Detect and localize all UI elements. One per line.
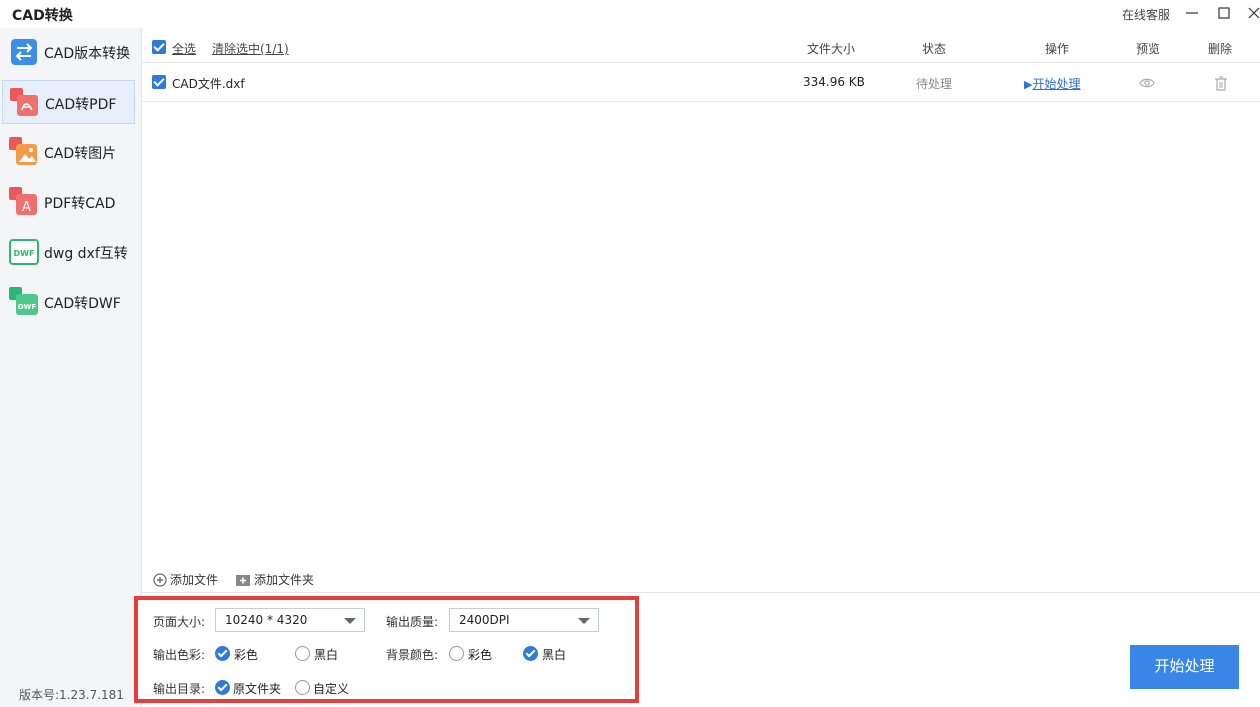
title-bar: CAD转换 在线客服 xyxy=(0,0,1260,28)
pdf-icon xyxy=(10,88,38,116)
column-header-status: 状态 xyxy=(922,42,947,56)
select-all-label[interactable]: 全选 xyxy=(172,40,196,57)
pdf-to-cad-icon: A xyxy=(9,187,37,215)
page-size-label: 页面大小: xyxy=(153,615,206,629)
sidebar-item-cad-to-image[interactable]: CAD转图片 xyxy=(2,130,135,174)
output-color-color-radio[interactable] xyxy=(215,646,230,661)
sidebar-item-dwg-dxf[interactable]: DWF dwg dxf互转 xyxy=(2,230,135,274)
add-folder-label: 添加文件夹 xyxy=(254,573,315,587)
output-color-color-label: 彩色 xyxy=(234,648,259,662)
page-size-select[interactable]: 10240 * 4320 xyxy=(215,608,365,632)
svg-text:DWF: DWF xyxy=(14,249,35,258)
sidebar-item-label: CAD转DWF xyxy=(44,296,121,312)
start-process-label: 开始处理 xyxy=(1032,77,1081,91)
folder-plus-icon xyxy=(236,574,250,586)
sidebar: CAD版本转换 CAD转PDF CAD转图片 A PDF转CAD DWF dwg… xyxy=(0,28,142,707)
app-title: CAD转换 xyxy=(12,8,73,24)
bg-color-bw-label: 黑白 xyxy=(542,648,567,662)
sidebar-item-label: dwg dxf互转 xyxy=(44,246,128,262)
file-actions-bar: 添加文件 添加文件夹 xyxy=(142,563,1260,593)
output-color-label: 输出色彩: xyxy=(153,648,206,662)
add-folder-button[interactable]: 添加文件夹 xyxy=(235,571,314,588)
bg-color-color-label: 彩色 xyxy=(468,648,493,662)
version-convert-icon xyxy=(11,39,37,65)
dwf-icon: DWF xyxy=(9,287,38,315)
file-list-panel: 全选 清除选中(1/1) 文件大小 状态 操作 预览 删除 CAD文件.dxf … xyxy=(142,28,1260,593)
file-status: 待处理 xyxy=(916,77,953,91)
sidebar-item-label: CAD转图片 xyxy=(44,146,117,162)
trash-icon[interactable] xyxy=(1214,76,1228,91)
sidebar-item-label: CAD版本转换 xyxy=(44,46,131,62)
online-support-link[interactable]: 在线客服 xyxy=(1122,6,1170,23)
output-color-bw-radio[interactable] xyxy=(295,646,310,661)
output-options-panel: 页面大小: 10240 * 4320 输出质量: 2400DPI 输出色彩: 彩… xyxy=(134,596,639,703)
page-size-value: 10240 * 4320 xyxy=(225,613,308,627)
sidebar-item-label: PDF转CAD xyxy=(44,196,116,212)
sidebar-item-cad-to-dwf[interactable]: DWF CAD转DWF xyxy=(2,280,135,324)
sidebar-item-version-convert[interactable]: CAD版本转换 xyxy=(2,30,135,74)
bg-color-color-radio[interactable] xyxy=(449,646,464,661)
quality-value: 2400DPI xyxy=(459,613,510,627)
close-icon[interactable] xyxy=(1246,4,1260,22)
image-icon xyxy=(9,137,37,165)
bg-color-bw-radio[interactable] xyxy=(523,646,538,661)
column-header-preview: 预览 xyxy=(1136,42,1161,56)
column-header-size: 文件大小 xyxy=(807,42,856,56)
start-process-link[interactable]: ▶开始处理 xyxy=(1024,75,1080,92)
sidebar-item-cad-to-pdf[interactable]: CAD转PDF xyxy=(2,80,135,124)
table-header: 全选 清除选中(1/1) 文件大小 状态 操作 预览 删除 xyxy=(142,33,1260,63)
output-dir-custom-label: 自定义 xyxy=(313,682,350,696)
add-file-button[interactable]: 添加文件 xyxy=(153,571,218,588)
row-checkbox[interactable] xyxy=(152,75,166,89)
quality-label: 输出质量: xyxy=(386,615,439,629)
file-size: 334.96 KB xyxy=(803,75,865,89)
version-label: 版本号:1.23.7.181 xyxy=(19,688,124,702)
minimize-icon[interactable] xyxy=(1183,4,1201,22)
column-header-delete: 删除 xyxy=(1208,42,1233,56)
add-file-label: 添加文件 xyxy=(170,573,219,587)
table-row[interactable]: CAD文件.dxf 334.96 KB 待处理 ▶开始处理 xyxy=(142,64,1260,102)
output-color-bw-label: 黑白 xyxy=(314,648,339,662)
column-header-action: 操作 xyxy=(1045,42,1070,56)
select-all-checkbox[interactable] xyxy=(152,40,166,54)
bg-color-label: 背景颜色: xyxy=(386,648,439,662)
quality-select[interactable]: 2400DPI xyxy=(449,608,599,632)
output-dir-original-label: 原文件夹 xyxy=(233,682,282,696)
svg-text:DWF: DWF xyxy=(18,303,37,311)
file-name: CAD文件.dxf xyxy=(172,77,245,91)
svg-text:A: A xyxy=(22,200,31,215)
plus-circle-icon xyxy=(153,572,167,587)
eye-icon[interactable] xyxy=(1139,77,1155,89)
output-dir-custom-radio[interactable] xyxy=(295,680,310,695)
output-dir-original-radio[interactable] xyxy=(215,680,230,695)
chevron-down-icon xyxy=(578,618,590,624)
maximize-icon[interactable] xyxy=(1215,4,1233,22)
dwf-icon: DWF xyxy=(9,239,39,265)
sidebar-item-pdf-to-cad[interactable]: A PDF转CAD xyxy=(2,180,135,224)
output-dir-label: 输出目录: xyxy=(153,682,206,696)
start-process-button[interactable]: 开始处理 xyxy=(1130,645,1239,689)
clear-selection-link[interactable]: 清除选中(1/1) xyxy=(212,40,289,57)
sidebar-item-label: CAD转PDF xyxy=(45,97,117,113)
chevron-down-icon xyxy=(344,618,356,624)
